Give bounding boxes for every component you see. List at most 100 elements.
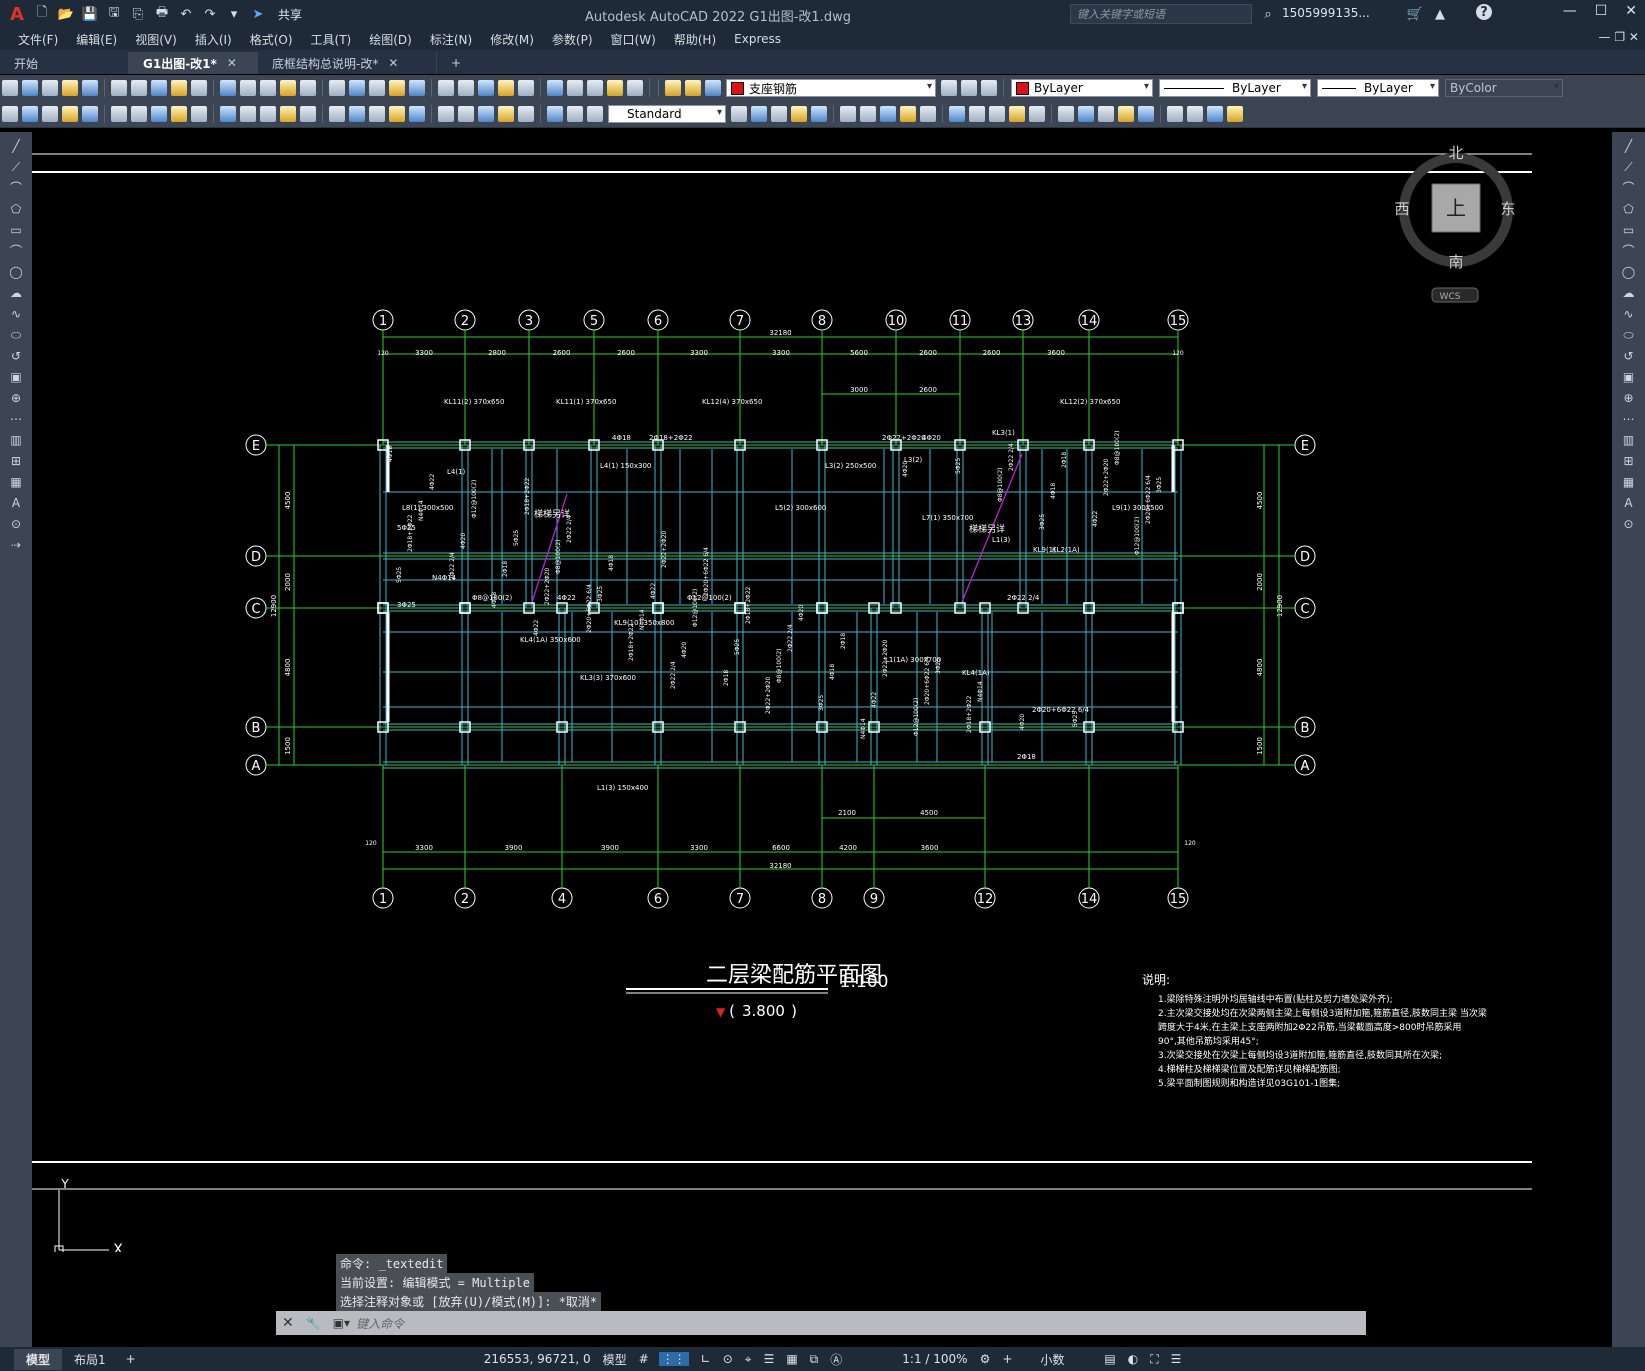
command-input[interactable]: 键入命令	[356, 1315, 404, 1332]
toolbar-tool-icon[interactable]	[840, 106, 856, 122]
toolbar-tool-icon[interactable]	[409, 80, 425, 96]
toolbar-tool-icon[interactable]	[1167, 106, 1183, 122]
toolbar-tool-icon[interactable]	[111, 80, 127, 96]
side-tool-icon[interactable]: ▥	[1622, 433, 1636, 447]
toolbar-tool-icon[interactable]	[920, 106, 936, 122]
toolbar-tool-icon[interactable]	[518, 106, 534, 122]
side-tool-icon[interactable]: ▭	[9, 223, 23, 237]
user-account[interactable]: 1505999135...	[1282, 6, 1370, 20]
toolbar-tool-icon[interactable]	[771, 106, 787, 122]
toolbar-tool-icon[interactable]	[329, 106, 345, 122]
share-button[interactable]: 共享	[278, 6, 302, 23]
toolbar-tool-icon[interactable]	[989, 106, 1005, 122]
toolbar-tool-icon[interactable]	[260, 80, 276, 96]
cart-icon[interactable]: 🛒	[1405, 4, 1425, 24]
side-tool-icon[interactable]: ⇢	[9, 538, 23, 552]
toolbar-tool-icon[interactable]	[458, 80, 474, 96]
side-tool-icon[interactable]: ↺	[9, 349, 23, 363]
save-icon[interactable]: 💾	[80, 4, 100, 24]
tab-notes[interactable]: 底框结构总说明-改* ✕	[258, 52, 437, 74]
toolbar-tool-icon[interactable]	[82, 106, 98, 122]
toolbar-tool-icon[interactable]	[547, 106, 563, 122]
layer-freeze-icon[interactable]	[685, 80, 701, 96]
side-tool-icon[interactable]: ⬠	[9, 202, 23, 216]
side-tool-icon[interactable]: ⊕	[1622, 391, 1636, 405]
toolbar-tool-icon[interactable]	[1029, 106, 1045, 122]
toolbar-tool-icon[interactable]	[587, 80, 603, 96]
toolbar-tool-icon[interactable]	[240, 80, 256, 96]
toolbar-tool-icon[interactable]	[300, 106, 316, 122]
toolbar-tool-icon[interactable]	[369, 80, 385, 96]
side-tool-icon[interactable]: A	[1622, 496, 1636, 510]
side-tool-icon[interactable]: ▦	[9, 475, 23, 489]
toolbar-tool-icon[interactable]	[349, 106, 365, 122]
polar-icon[interactable]: ⊙	[723, 1352, 733, 1366]
layer-on-icon[interactable]	[665, 80, 681, 96]
command-line[interactable]: ✕ 🔧 ▣▾ 键入命令	[276, 1311, 1366, 1335]
side-tool-icon[interactable]: ╱	[9, 139, 23, 153]
toolbar-tool-icon[interactable]	[969, 106, 985, 122]
close-command-icon[interactable]: ✕	[282, 1315, 294, 1331]
side-tool-icon[interactable]: ◯	[9, 265, 23, 279]
toolbar-tool-icon[interactable]	[2, 106, 18, 122]
toolbar-tool-icon[interactable]	[240, 106, 256, 122]
side-tool-icon[interactable]: ⊞	[9, 454, 23, 468]
side-tool-icon[interactable]: ⌒	[1622, 181, 1636, 195]
toolbar-tool-icon[interactable]	[151, 106, 167, 122]
close-tab-icon[interactable]: ✕	[227, 56, 237, 70]
side-tool-icon[interactable]: ⊞	[1622, 454, 1636, 468]
save-as-icon[interactable]: 🖫	[104, 4, 124, 24]
layer-dropdown[interactable]: 支座钢筋	[726, 79, 936, 97]
lineweight-icon[interactable]: ☰	[764, 1352, 775, 1366]
toolbar-tool-icon[interactable]	[438, 80, 454, 96]
coordinates-readout[interactable]: 216553, 96721, 0	[484, 1352, 591, 1366]
toolbar-tool-icon[interactable]	[478, 80, 494, 96]
plus-icon[interactable]: +	[1002, 1352, 1012, 1366]
toolbar-tool-icon[interactable]	[900, 106, 916, 122]
textstyle-dropdown[interactable]: Standard	[608, 105, 726, 123]
menu-item[interactable]: 帮助(H)	[674, 31, 716, 48]
toolbar-tool-icon[interactable]	[171, 106, 187, 122]
toolbar-tool-icon[interactable]	[260, 106, 276, 122]
side-tool-icon[interactable]: ⋯	[1622, 412, 1636, 426]
toolbar-tool-icon[interactable]	[389, 106, 405, 122]
side-tool-icon[interactable]: ▥	[9, 433, 23, 447]
toolbar-tool-icon[interactable]	[458, 106, 474, 122]
lineweight-dropdown[interactable]: ByLayer	[1317, 79, 1439, 97]
toolbar-tool-icon[interactable]	[131, 106, 147, 122]
toolbar-tool-icon[interactable]	[329, 80, 345, 96]
side-tool-icon[interactable]: ⋯	[9, 412, 23, 426]
toolbar-tool-icon[interactable]	[1118, 106, 1134, 122]
minimize-icon[interactable]: —	[1563, 3, 1577, 19]
toolbar-tool-icon[interactable]	[607, 80, 623, 96]
annotation-scale[interactable]: 1:1 / 100%	[902, 1352, 967, 1366]
toolbar-tool-icon[interactable]	[220, 106, 236, 122]
autodesk-app-icon[interactable]: ▲	[1430, 4, 1450, 24]
layer-lock-icon[interactable]	[705, 80, 721, 96]
toolbar-tool-icon[interactable]	[300, 80, 316, 96]
toolbar-tool-icon[interactable]	[2, 80, 18, 96]
maximize-icon[interactable]: ☐	[1595, 3, 1608, 19]
tab-g1[interactable]: G1出图-改1* ✕	[129, 52, 258, 74]
customize-command-icon[interactable]: 🔧	[306, 1316, 321, 1330]
selection-cycling-icon[interactable]: ⧉	[810, 1352, 819, 1367]
toolbar-tool-icon[interactable]	[111, 106, 127, 122]
toolbar-tool-icon[interactable]	[751, 106, 767, 122]
side-tool-icon[interactable]: ⬭	[1622, 328, 1636, 342]
toolbar-tool-icon[interactable]	[280, 80, 296, 96]
properties-icon[interactable]: ▤	[1104, 1352, 1115, 1366]
search-input[interactable]: 键入关键字或短语	[1070, 4, 1252, 24]
toolbar-tool-icon[interactable]	[1227, 106, 1243, 122]
toolbar-tool-icon[interactable]	[587, 106, 603, 122]
drawing-canvas[interactable]: 1 2 3 5 6 7 8 10 11 13 14 15 1 2 4 6 7 8 9 12 14 15 E E D D C C B B A A…	[32, 132, 1612, 1258]
side-tool-icon[interactable]: ∿	[1622, 307, 1636, 321]
help-icon[interactable]: ?	[1476, 4, 1492, 20]
toolbar-tool-icon[interactable]	[567, 106, 583, 122]
customize-dropdown-icon[interactable]: ▾	[224, 4, 244, 24]
toolbar-tool-icon[interactable]	[1009, 106, 1025, 122]
linetype-dropdown[interactable]: ByLayer	[1159, 79, 1311, 97]
color-dropdown[interactable]: ByLayer	[1011, 79, 1153, 97]
workspace-gear-icon[interactable]: ⚙	[980, 1352, 991, 1366]
toolbar-tool-icon[interactable]	[62, 80, 78, 96]
make-current-icon[interactable]	[961, 80, 977, 96]
